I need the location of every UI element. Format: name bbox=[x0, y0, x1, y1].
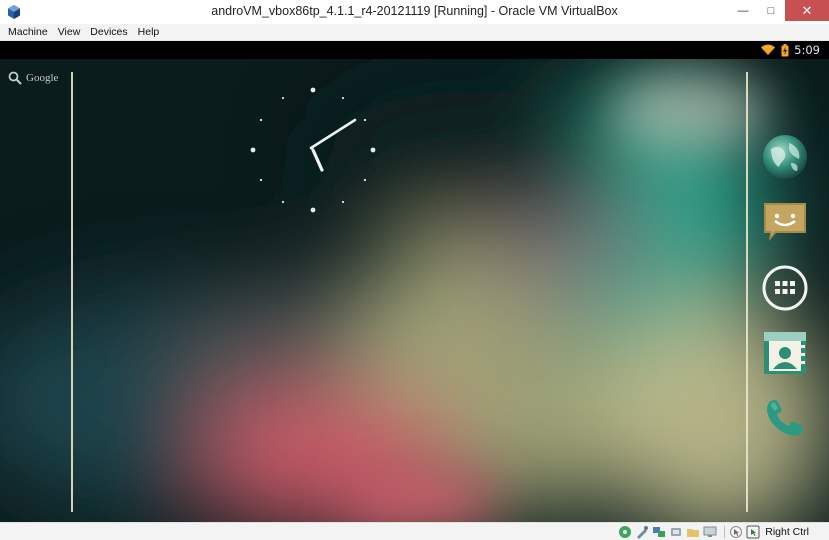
right-page-edge bbox=[746, 72, 748, 512]
clock-minute-hand bbox=[309, 118, 357, 150]
host-key-label: Right Ctrl bbox=[765, 526, 809, 538]
messaging-icon[interactable] bbox=[759, 196, 811, 248]
wifi-icon bbox=[760, 44, 776, 56]
host-key-icon[interactable] bbox=[746, 525, 760, 539]
google-search-label: Google bbox=[26, 72, 59, 84]
menu-bar: Machine View Devices Help bbox=[0, 24, 829, 41]
clock-tick bbox=[250, 147, 256, 153]
clock-tick bbox=[281, 96, 285, 100]
clock-tick bbox=[259, 118, 263, 122]
minimize-button[interactable]: — bbox=[729, 0, 757, 21]
optical-drive-icon[interactable] bbox=[635, 525, 649, 539]
battery-icon bbox=[781, 43, 789, 57]
status-time: 5:09 bbox=[794, 43, 820, 57]
left-page-edge bbox=[71, 72, 73, 512]
clock-tick bbox=[310, 207, 316, 213]
contacts-icon[interactable] bbox=[759, 327, 811, 379]
network-icon[interactable] bbox=[652, 525, 666, 539]
status-separator bbox=[724, 526, 726, 538]
maximize-button[interactable]: □ bbox=[757, 0, 785, 21]
clock-tick bbox=[281, 200, 285, 204]
menu-view[interactable]: View bbox=[58, 26, 81, 38]
clock-tick bbox=[363, 118, 367, 122]
search-icon bbox=[8, 71, 22, 85]
vbox-status-bar: Right Ctrl bbox=[0, 522, 829, 540]
window-title: androVM_vbox86tp_4.1.1_r4-20121119 [Runn… bbox=[211, 4, 618, 18]
menu-machine[interactable]: Machine bbox=[8, 26, 48, 38]
analog-clock-widget[interactable] bbox=[249, 86, 377, 214]
android-status-bar: 5:09 bbox=[0, 41, 829, 59]
wallpaper bbox=[0, 41, 829, 522]
google-search-bar[interactable]: Google bbox=[8, 71, 58, 85]
hard-disk-icon[interactable] bbox=[618, 525, 632, 539]
clock-tick bbox=[370, 147, 376, 153]
browser-icon[interactable] bbox=[759, 131, 811, 183]
clock-tick bbox=[341, 96, 345, 100]
clock-tick bbox=[310, 87, 316, 93]
shared-folders-icon[interactable] bbox=[686, 525, 700, 539]
all-apps-icon[interactable] bbox=[759, 262, 811, 314]
capture-mouse-icon[interactable] bbox=[729, 525, 743, 539]
clock-hour-hand bbox=[311, 148, 324, 172]
phone-icon[interactable] bbox=[759, 392, 811, 444]
clock-tick bbox=[259, 178, 263, 182]
display-icon[interactable] bbox=[703, 525, 717, 539]
clock-tick bbox=[341, 200, 345, 204]
close-button[interactable]: ✕ bbox=[785, 0, 829, 21]
clock-tick bbox=[363, 178, 367, 182]
menu-help[interactable]: Help bbox=[138, 26, 160, 38]
window-titlebar: androVM_vbox86tp_4.1.1_r4-20121119 [Runn… bbox=[0, 0, 829, 24]
menu-devices[interactable]: Devices bbox=[90, 26, 127, 38]
android-screen[interactable]: 5:09 Google bbox=[0, 41, 829, 522]
usb-icon[interactable] bbox=[669, 525, 683, 539]
